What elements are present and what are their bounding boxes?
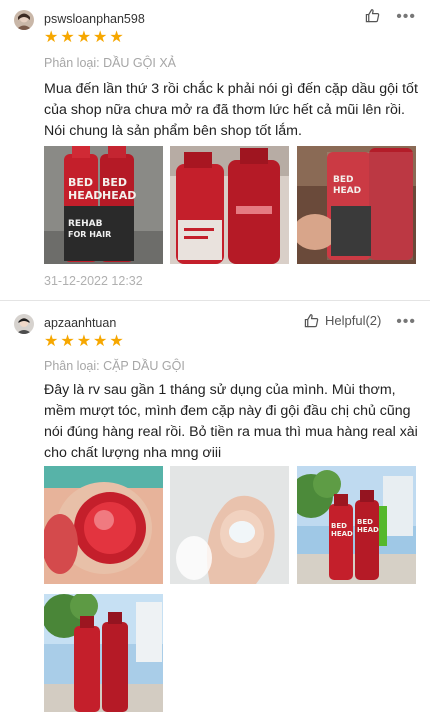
- rating-stars: ★ ★ ★ ★ ★: [44, 334, 124, 350]
- star-icon: ★: [93, 333, 108, 350]
- star-icon: ★: [109, 333, 124, 350]
- avatar[interactable]: [14, 314, 34, 334]
- avatar[interactable]: [14, 10, 34, 30]
- bottle-brand-text: BED: [68, 176, 93, 189]
- star-icon: ★: [93, 29, 108, 46]
- thumbs-up-icon: [304, 313, 319, 328]
- star-icon: ★: [44, 333, 59, 350]
- variant-label: Phân loại: CẶP DẦU GỘI: [44, 359, 185, 373]
- box-product-text: FOR HAIR: [68, 230, 111, 239]
- star-icon: ★: [76, 333, 92, 350]
- star-icon: ★: [76, 29, 92, 46]
- review-divider: [0, 300, 430, 301]
- bottle-brand-text: HEAD: [357, 526, 379, 534]
- bottle-brand-text: BED: [102, 176, 127, 189]
- bottle-brand-text: BED: [331, 522, 347, 530]
- review-text: Mua đến lần thứ 3 rồi chắc k phải nói gì…: [44, 81, 418, 139]
- thumbs-up-icon: [365, 8, 380, 23]
- review-photo[interactable]: [44, 466, 163, 584]
- box-product-text: REHAB: [68, 219, 103, 229]
- like-button[interactable]: [365, 8, 386, 23]
- review-photo[interactable]: BED HEAD BED HEAD: [297, 466, 416, 584]
- more-options-icon[interactable]: •••: [396, 8, 416, 26]
- bottle-brand-text: HEAD: [68, 189, 102, 202]
- reviewer-username[interactable]: apzaanhtuan: [44, 316, 116, 330]
- star-icon: ★: [60, 29, 75, 46]
- bottle-brand-text: BED: [357, 518, 373, 526]
- star-icon: ★: [109, 29, 124, 46]
- review-photo[interactable]: [44, 594, 163, 712]
- reviewer-username[interactable]: pswsloanphan598: [44, 12, 145, 26]
- review-date: 31-12-2022 12:32: [44, 274, 143, 288]
- helpful-button[interactable]: Helpful(2): [304, 313, 381, 328]
- variant-label: Phân loại: DẦU GỘI XẢ: [44, 56, 177, 70]
- star-icon: ★: [44, 29, 59, 46]
- review-photo[interactable]: BED HEAD: [297, 146, 416, 264]
- bottle-brand-text: HEAD: [331, 530, 353, 538]
- star-icon: ★: [60, 333, 75, 350]
- bottle-brand-text: HEAD: [102, 189, 136, 202]
- rating-stars: ★ ★ ★ ★ ★: [44, 30, 124, 46]
- helpful-count-label: Helpful(2): [325, 313, 382, 328]
- review-photo[interactable]: [170, 146, 289, 264]
- review-photo[interactable]: BED HEAD BED HEAD REHAB FOR HAIR: [44, 146, 163, 264]
- review-text: Đây là rv sau gần 1 tháng sử dụng của mì…: [44, 382, 418, 461]
- review-photo[interactable]: [170, 466, 289, 584]
- bottle-brand-text: HEAD: [333, 186, 361, 196]
- more-options-icon[interactable]: •••: [396, 313, 416, 331]
- bottle-brand-text: BED: [333, 175, 353, 185]
